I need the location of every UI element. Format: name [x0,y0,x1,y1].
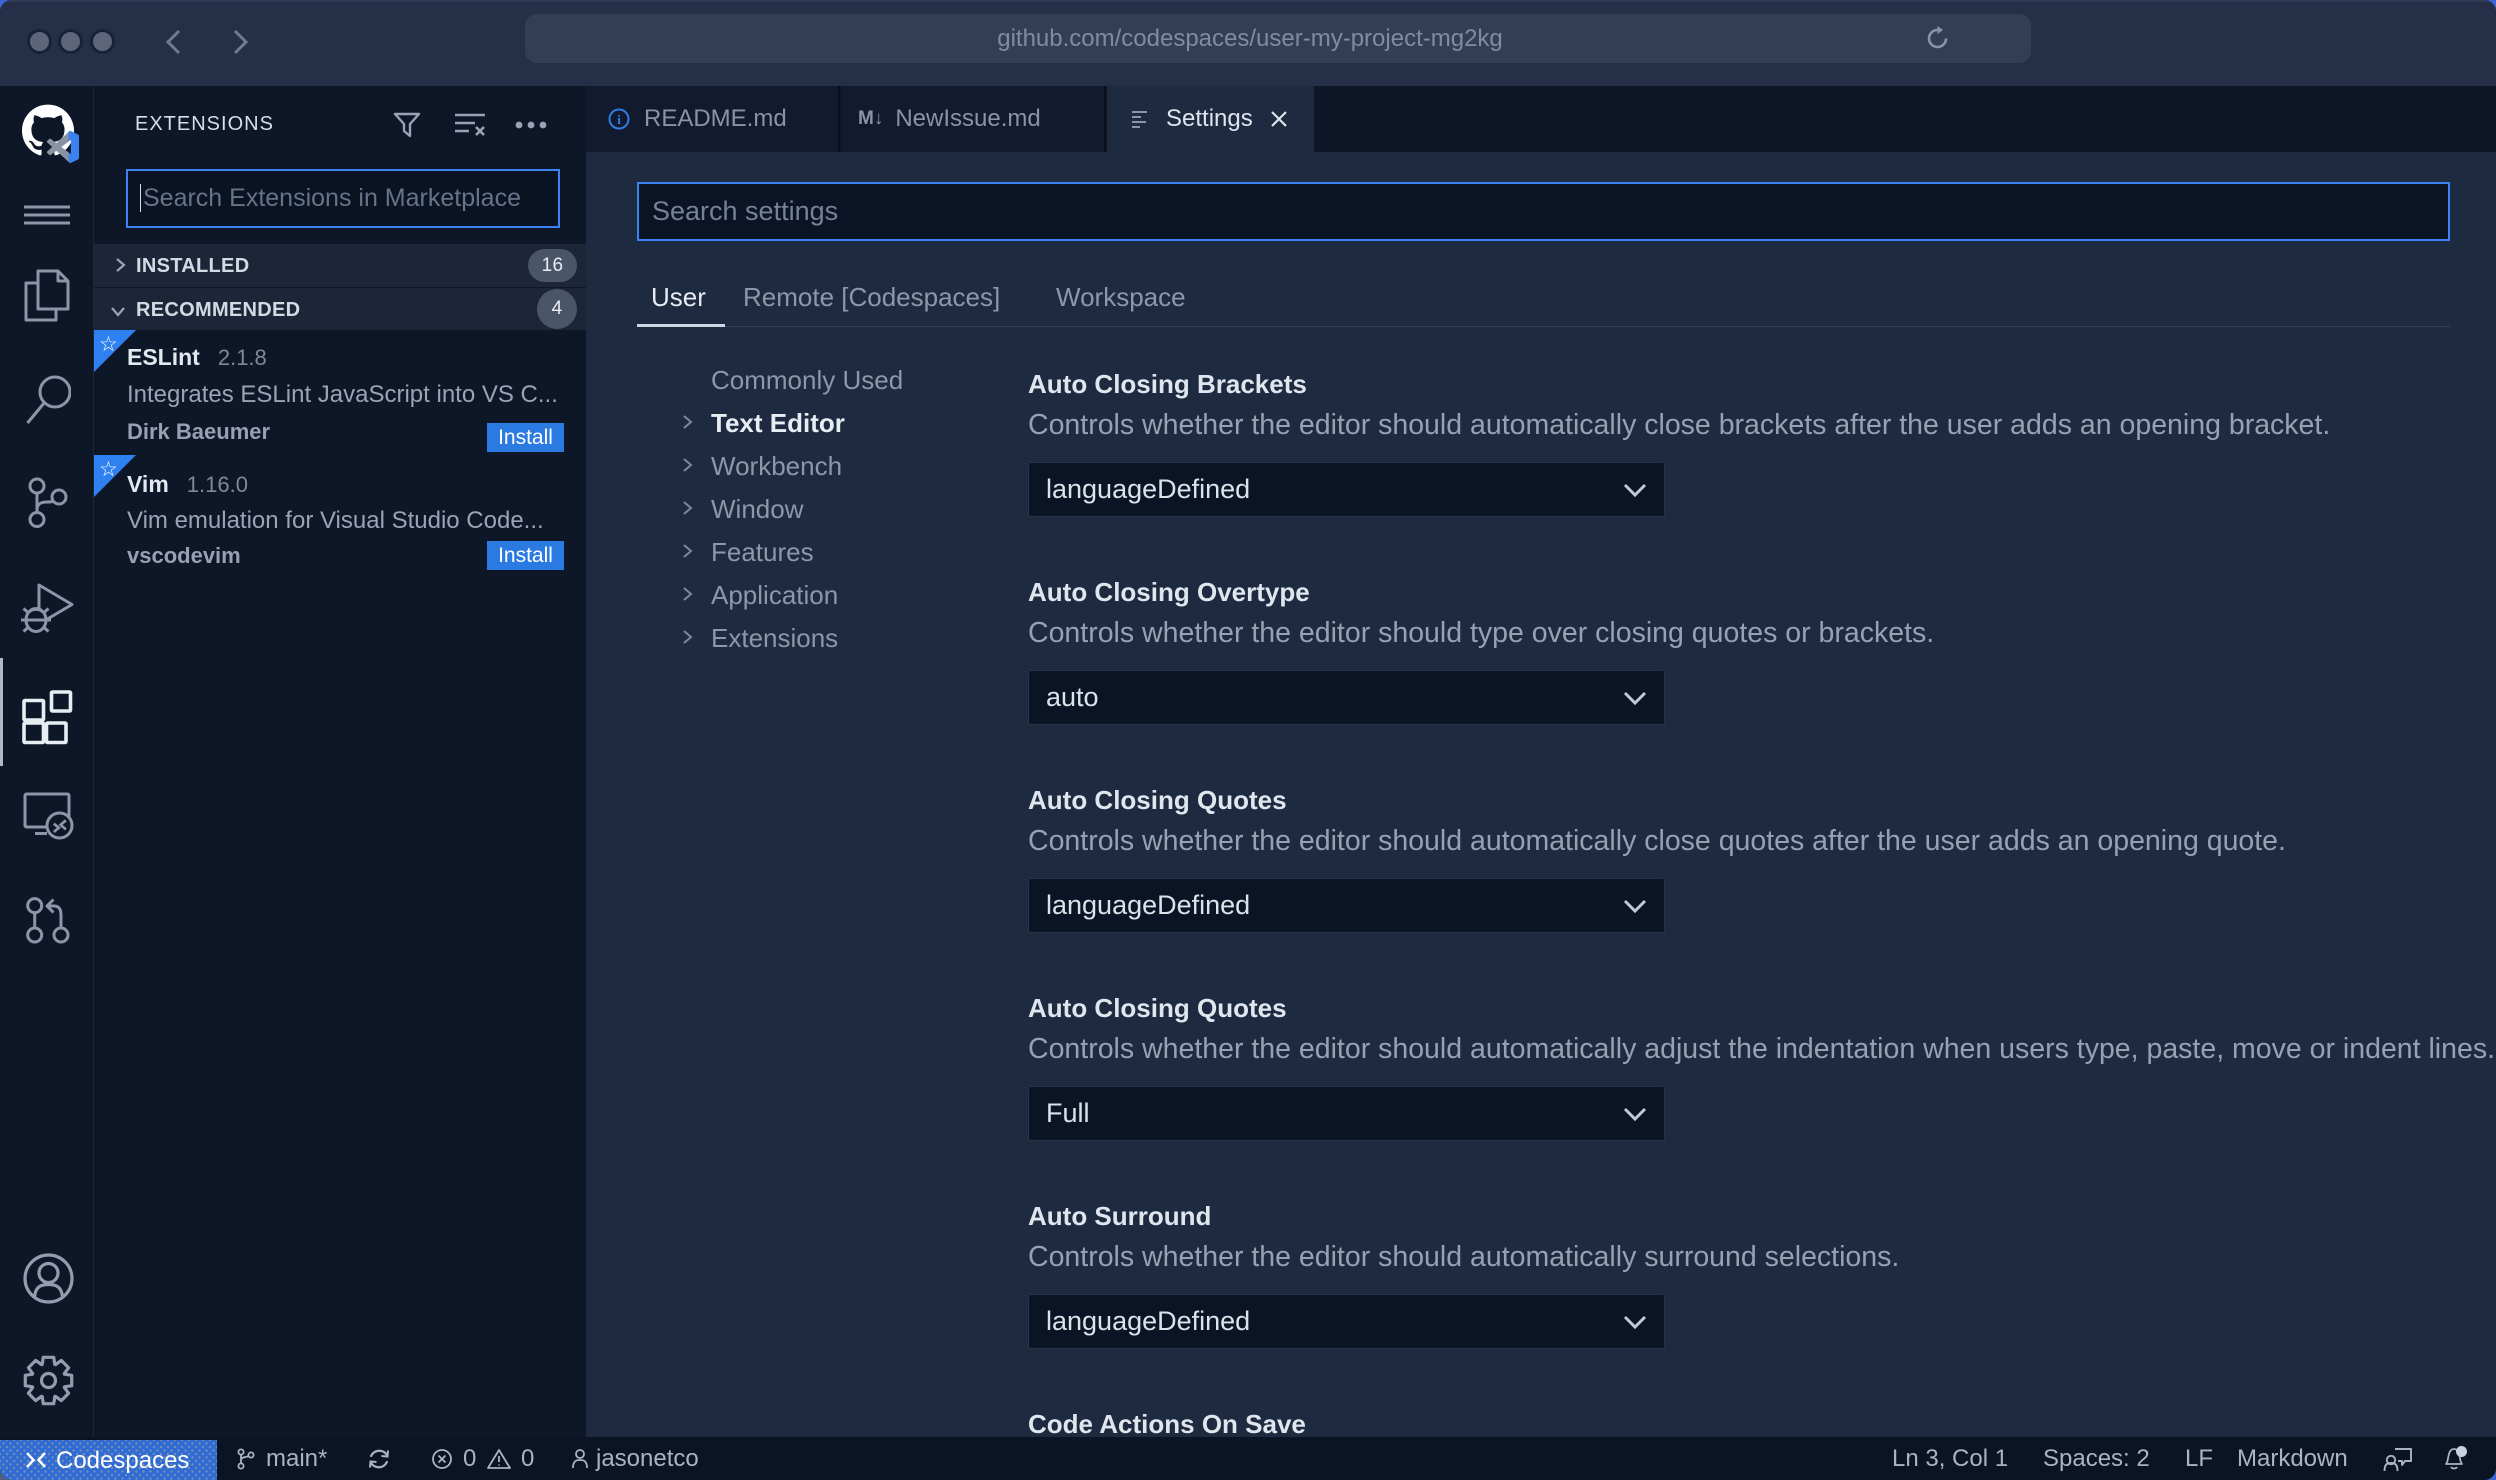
svg-text:i: i [617,112,621,127]
